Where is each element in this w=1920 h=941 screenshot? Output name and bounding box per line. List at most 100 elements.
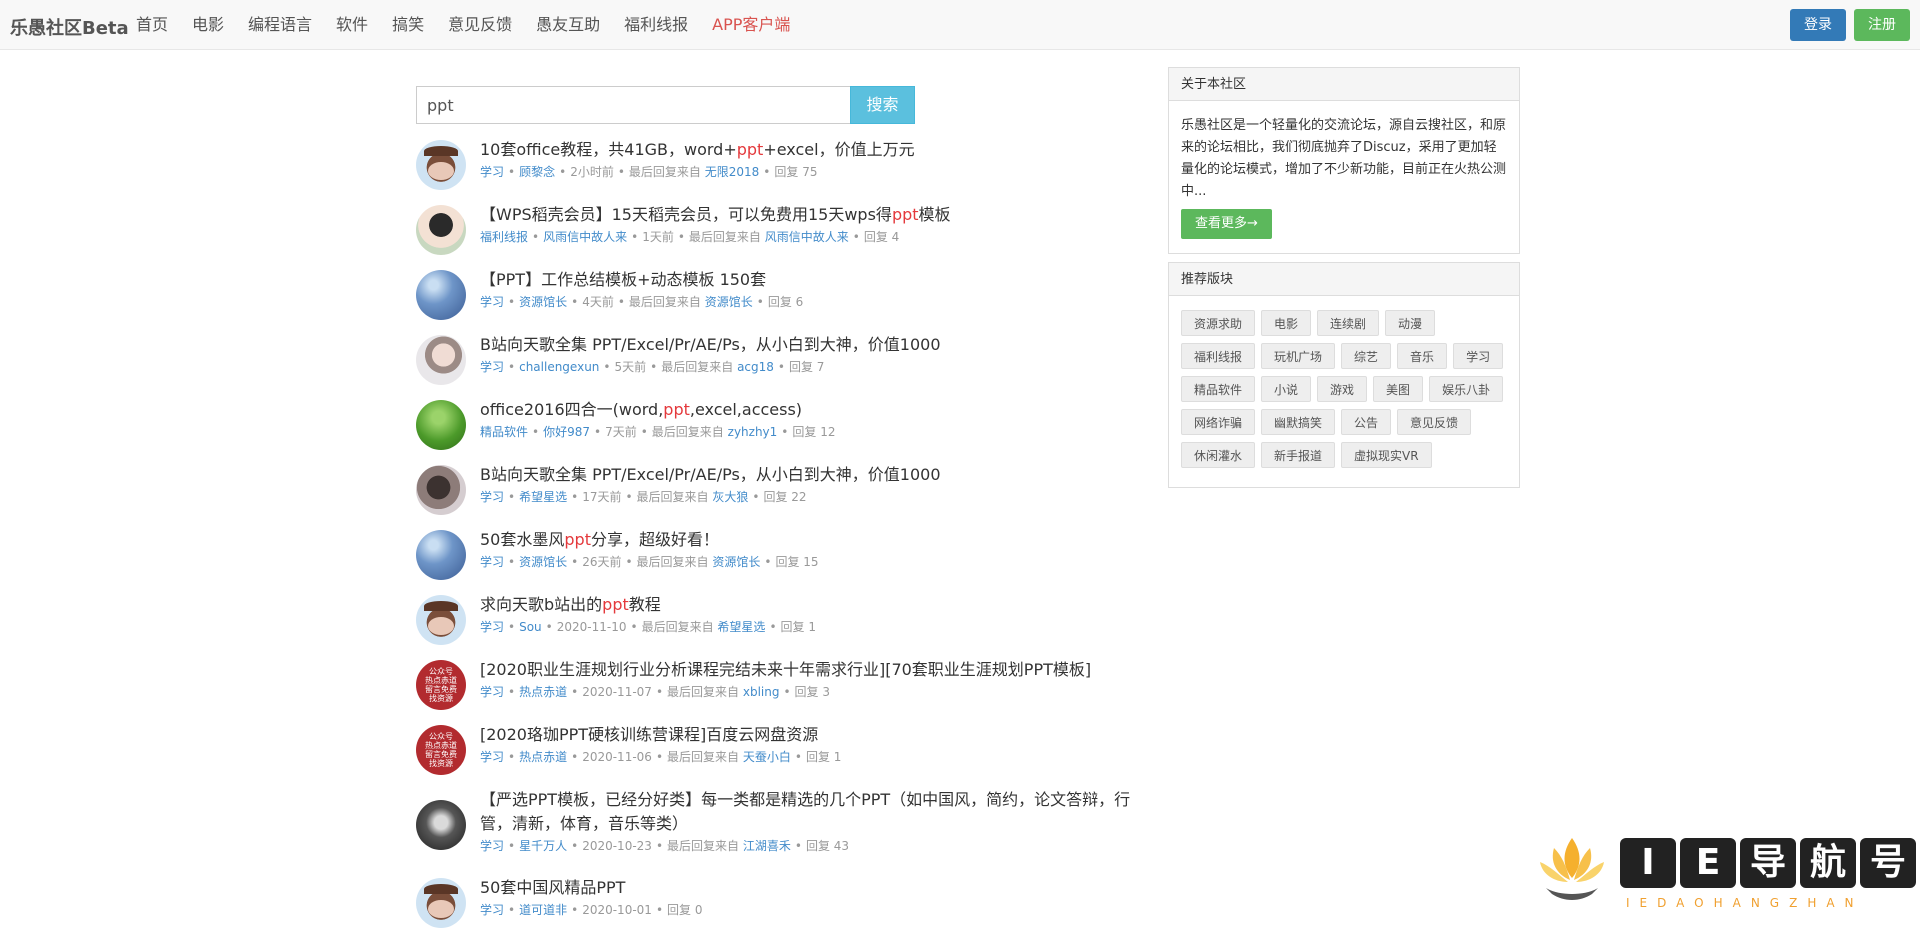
- user-avatar[interactable]: [416, 140, 466, 190]
- forum-tag[interactable]: 资源求助: [1181, 310, 1256, 336]
- topic-author-link[interactable]: 希望星选: [519, 490, 567, 504]
- nav-deals[interactable]: 福利线报: [612, 0, 700, 50]
- forum-tag[interactable]: 玩机广场: [1261, 343, 1336, 369]
- see-more-button[interactable]: 查看更多→: [1181, 209, 1272, 239]
- topic-author-link[interactable]: 资源馆长: [519, 295, 567, 309]
- topic-author-link[interactable]: 资源馆长: [519, 555, 567, 569]
- forum-tag[interactable]: 福利线报: [1181, 343, 1256, 369]
- register-button[interactable]: 注册: [1854, 9, 1910, 41]
- user-avatar[interactable]: [416, 530, 466, 580]
- last-reply-user-link[interactable]: 资源馆长: [712, 555, 760, 569]
- topic-author-link[interactable]: Sou: [519, 620, 542, 634]
- topic-title[interactable]: B站向天歌全集 PPT/Excel/Pr/AE/Ps，从小白到大神，价值1000: [480, 333, 1132, 357]
- topic-title-text: 求向天歌b站出的: [480, 595, 603, 614]
- topic-author-link[interactable]: 星千万人: [519, 839, 567, 853]
- forum-tag[interactable]: 网络诈骗: [1181, 409, 1256, 435]
- last-reply-user-link[interactable]: 希望星选: [717, 620, 765, 634]
- forum-tag[interactable]: 娱乐八卦: [1429, 376, 1504, 402]
- last-reply-user-link[interactable]: 天蚕小白: [743, 750, 791, 764]
- search-button[interactable]: 搜索: [850, 86, 915, 124]
- user-avatar[interactable]: [416, 335, 466, 385]
- forum-tag[interactable]: 小说: [1261, 376, 1312, 402]
- forum-tag[interactable]: 公告: [1341, 409, 1392, 435]
- topic-body: 【严选PPT模板，已经分好类】每一类都是精选的几个PPT（如中国风，简约，论文答…: [480, 788, 1132, 855]
- topic-category-link[interactable]: 学习: [480, 360, 504, 374]
- topic-author-link[interactable]: 风雨信中故人来: [543, 230, 627, 244]
- topic-title[interactable]: 50套中国风精品PPT: [480, 876, 1132, 900]
- user-avatar[interactable]: [416, 205, 466, 255]
- last-reply-user-link[interactable]: xbling: [743, 685, 780, 699]
- topic-title[interactable]: 【WPS稻壳会员】15天稻壳会员，可以免费用15天wps得ppt模板: [480, 203, 1132, 227]
- forum-tag[interactable]: 综艺: [1341, 343, 1392, 369]
- search-input[interactable]: [416, 86, 850, 124]
- last-reply-user-link[interactable]: 灰大狼: [712, 490, 748, 504]
- forum-tag[interactable]: 动漫: [1385, 310, 1436, 336]
- forum-tag[interactable]: 学习: [1453, 343, 1504, 369]
- topic-category-link[interactable]: 学习: [480, 165, 504, 179]
- topic-category-link[interactable]: 学习: [480, 295, 504, 309]
- topic-category-link[interactable]: 学习: [480, 685, 504, 699]
- topic-category-link[interactable]: 学习: [480, 490, 504, 504]
- forum-tag[interactable]: 新手报道: [1261, 442, 1336, 468]
- topic-category-link[interactable]: 学习: [480, 555, 504, 569]
- user-avatar[interactable]: [416, 400, 466, 450]
- topic-category-link[interactable]: 精品软件: [480, 425, 528, 439]
- forum-tag[interactable]: 虚拟现实VR: [1341, 442, 1432, 468]
- nav-app-client[interactable]: APP客户端: [700, 0, 802, 50]
- login-button[interactable]: 登录: [1790, 9, 1846, 41]
- watermark-char: 号: [1860, 838, 1916, 888]
- forum-tag[interactable]: 幽默搞笑: [1261, 409, 1336, 435]
- topic-author-link[interactable]: 热点赤道: [519, 685, 567, 699]
- last-reply-user-link[interactable]: 江湖喜禾: [743, 839, 791, 853]
- topic-category-link[interactable]: 学习: [480, 620, 504, 634]
- nav-software[interactable]: 软件: [324, 0, 380, 50]
- user-avatar[interactable]: [416, 465, 466, 515]
- last-reply-user-link[interactable]: 无限2018: [705, 165, 760, 179]
- last-reply-user-link[interactable]: 风雨信中故人来: [765, 230, 849, 244]
- user-avatar[interactable]: [416, 595, 466, 645]
- meta-separator: •: [508, 839, 516, 853]
- nav-funny[interactable]: 搞笑: [380, 0, 436, 50]
- user-avatar[interactable]: 公众号 热点赤道 留言免费 找资源: [416, 725, 466, 775]
- nav-home[interactable]: 首页: [124, 0, 180, 50]
- nav-movie[interactable]: 电影: [180, 0, 236, 50]
- topic-title[interactable]: B站向天歌全集 PPT/Excel/Pr/AE/Ps，从小白到大神，价值1000: [480, 463, 1132, 487]
- forum-tag[interactable]: 连续剧: [1317, 310, 1380, 336]
- meta-separator: •: [571, 295, 579, 309]
- nav-programming[interactable]: 编程语言: [236, 0, 324, 50]
- forum-tag[interactable]: 精品软件: [1181, 376, 1256, 402]
- last-reply-user-link[interactable]: zyhzhy1: [728, 425, 778, 439]
- topic-author-link[interactable]: 热点赤道: [519, 750, 567, 764]
- last-reply-user-link[interactable]: 资源馆长: [705, 295, 753, 309]
- topic-title[interactable]: 50套水墨风ppt分享，超级好看！: [480, 528, 1132, 552]
- forum-tag[interactable]: 游戏: [1317, 376, 1368, 402]
- topic-category-link[interactable]: 学习: [480, 839, 504, 853]
- forum-tag[interactable]: 电影: [1261, 310, 1312, 336]
- topic-title[interactable]: 【严选PPT模板，已经分好类】每一类都是精选的几个PPT（如中国风，简约，论文答…: [480, 788, 1132, 836]
- user-avatar[interactable]: [416, 800, 466, 850]
- topic-title[interactable]: office2016四合一(word,ppt,excel,access): [480, 398, 1132, 422]
- topic-category-link[interactable]: 学习: [480, 903, 504, 917]
- topic-title[interactable]: 【PPT】工作总结模板+动态模板 150套: [480, 268, 1132, 292]
- topic-title[interactable]: [2020珞珈PPT硬核训练营课程]百度云网盘资源: [480, 723, 1132, 747]
- topic-title[interactable]: 求向天歌b站出的ppt教程: [480, 593, 1132, 617]
- forum-tag[interactable]: 音乐: [1397, 343, 1448, 369]
- topic-author-link[interactable]: 顾黎念: [519, 165, 555, 179]
- topic-title[interactable]: 10套office教程，共41GB，word+ppt+excel，价值上万元: [480, 138, 1132, 162]
- site-brand[interactable]: 乐愚社区Beta: [10, 14, 129, 40]
- topic-author-link[interactable]: 道可道非: [519, 903, 567, 917]
- topic-author-link[interactable]: challengexun: [519, 360, 599, 374]
- last-reply-user-link[interactable]: acg18: [737, 360, 774, 374]
- topic-title[interactable]: [2020职业生涯规划行业分析课程完结未来十年需求行业][70套职业生涯规划PP…: [480, 658, 1132, 682]
- nav-mutual-help[interactable]: 愚友互助: [524, 0, 612, 50]
- forum-tag[interactable]: 休闲灌水: [1181, 442, 1256, 468]
- user-avatar[interactable]: 公众号 热点赤道 留言免费 找资源: [416, 660, 466, 710]
- nav-feedback[interactable]: 意见反馈: [436, 0, 524, 50]
- user-avatar[interactable]: [416, 878, 466, 928]
- topic-author-link[interactable]: 你好987: [543, 425, 590, 439]
- forum-tag[interactable]: 意见反馈: [1397, 409, 1472, 435]
- user-avatar[interactable]: [416, 270, 466, 320]
- topic-category-link[interactable]: 学习: [480, 750, 504, 764]
- forum-tag[interactable]: 美图: [1373, 376, 1424, 402]
- topic-category-link[interactable]: 福利线报: [480, 230, 528, 244]
